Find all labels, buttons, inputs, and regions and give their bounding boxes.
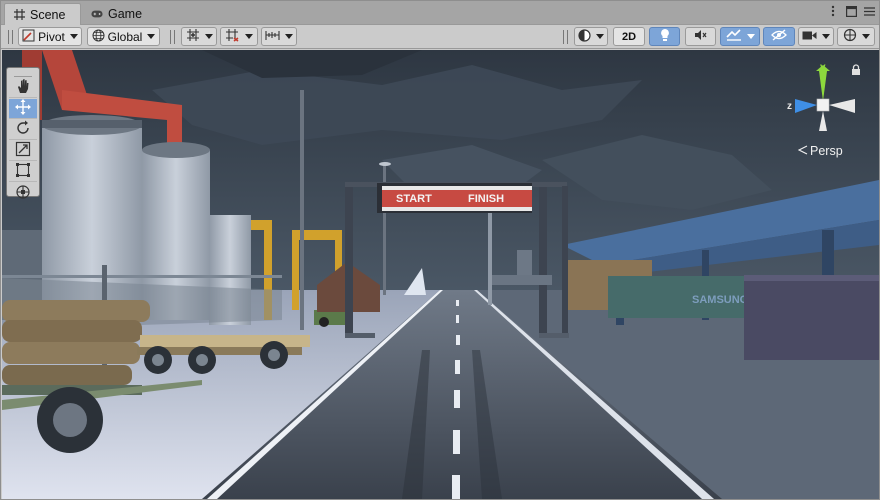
chevron-down-icon (746, 34, 755, 39)
chevron-down-icon (147, 34, 156, 39)
tab-game[interactable]: Game (83, 3, 153, 25)
pivot-icon (22, 29, 35, 45)
tab-bar: Scene Game (1, 1, 879, 25)
grid-snap-dropdown[interactable] (181, 27, 217, 46)
scale-tool-button[interactable] (9, 141, 37, 161)
mode-2d-label: 2D (621, 30, 637, 43)
global-dropdown[interactable]: Global (87, 27, 160, 46)
ruler-icon (265, 29, 280, 44)
gizmo-z-axis[interactable] (795, 99, 817, 113)
move-icon (15, 99, 31, 118)
rotate-tool-button[interactable] (9, 120, 37, 140)
sign-finish-text: FINISH (468, 193, 504, 205)
gizmo-x-axis[interactable] (829, 99, 855, 113)
chevron-down-icon (285, 34, 293, 39)
gizmos-icon (843, 28, 857, 45)
global-label: Global (107, 29, 143, 44)
hand-tool-button[interactable] (9, 78, 37, 98)
tab-game-label: Game (108, 7, 143, 21)
lightbulb-icon (659, 28, 671, 45)
ruler-snap-dropdown[interactable] (261, 27, 297, 46)
tools-grip[interactable] (14, 70, 32, 77)
effects-dropdown[interactable] (720, 27, 760, 46)
gizmo-y-axis[interactable] (819, 71, 827, 101)
sign-start-text: START (396, 193, 432, 205)
hidden-objects-toggle[interactable] (763, 27, 795, 46)
toolbar-grip[interactable] (563, 30, 568, 44)
audio-mute-icon (694, 29, 708, 44)
increment-snap-icon (225, 28, 240, 45)
scene-viewport[interactable]: SAMSUNG START FINISH y z Persp (2, 50, 879, 499)
scene-render: SAMSUNG START FINISH (2, 50, 879, 499)
scale-icon (15, 141, 31, 160)
rect-transform-icon (15, 162, 31, 181)
perspective-icon (797, 144, 808, 158)
grid-icon (13, 9, 25, 21)
globe-icon (92, 29, 105, 45)
chevron-down-icon (861, 34, 870, 39)
scene-window: Scene Game Pivot Global 2D SAMSUNG START… (0, 0, 880, 500)
chevron-down-icon (245, 34, 253, 39)
camera-icon (802, 30, 817, 44)
scene-toolbar: Pivot Global 2D (1, 25, 879, 49)
increment-snap-dropdown[interactable] (220, 27, 258, 46)
lock-icon[interactable] (851, 64, 861, 78)
effects-icon (725, 29, 742, 44)
transform-tool-button[interactable] (9, 183, 37, 203)
lighting-toggle[interactable] (649, 27, 680, 46)
tab-scene-label: Scene (30, 7, 66, 22)
chevron-down-icon (204, 34, 213, 39)
audio-toggle[interactable] (685, 27, 716, 46)
projection-toggle[interactable]: Persp (797, 144, 843, 158)
shading-mode-dropdown[interactable] (574, 27, 608, 46)
toolbar-grip[interactable] (8, 30, 13, 44)
gizmo-neg-y-axis[interactable] (819, 111, 827, 131)
container-logo: SAMSUNG (692, 294, 748, 306)
gizmo-y-label: y (820, 62, 826, 73)
tab-scene[interactable]: Scene (4, 3, 81, 25)
gizmo-center[interactable] (816, 98, 830, 112)
gamepad-icon (91, 8, 103, 20)
tools-palette (6, 67, 40, 199)
menu-icon[interactable] (863, 5, 875, 17)
pivot-label: Pivot (38, 29, 65, 44)
pivot-dropdown[interactable]: Pivot (18, 27, 82, 46)
move-tool-button[interactable] (9, 99, 37, 119)
gizmos-dropdown[interactable] (837, 27, 875, 46)
chevron-down-icon (596, 34, 604, 39)
transform-icon (15, 184, 31, 203)
camera-dropdown[interactable] (798, 27, 834, 46)
chevron-down-icon (822, 34, 830, 39)
shading-sphere-icon (578, 28, 591, 45)
rotate-icon (15, 120, 31, 139)
mode-2d-button[interactable]: 2D (613, 27, 645, 46)
hand-icon (15, 78, 31, 97)
eye-slash-icon (771, 29, 787, 44)
maximize-icon[interactable] (845, 5, 857, 17)
toolbar-grip[interactable] (170, 30, 175, 44)
chevron-down-icon (69, 34, 78, 39)
rect-tool-button[interactable] (9, 162, 37, 182)
gizmo-z-label: z (787, 101, 792, 112)
window-controls (827, 5, 875, 17)
more-icon[interactable] (827, 5, 839, 17)
projection-label: Persp (810, 144, 843, 158)
grid-snap-icon (186, 28, 200, 45)
